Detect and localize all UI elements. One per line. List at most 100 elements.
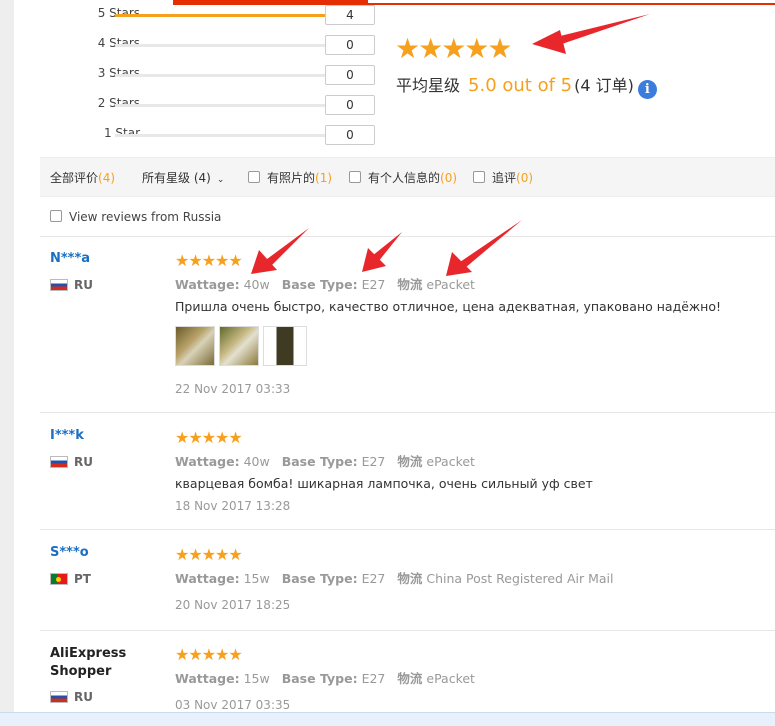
reviewer-name[interactable]: S***o [50,545,89,560]
country-code: RU [74,278,93,292]
attr-key: Wattage: [175,671,240,686]
checkbox[interactable] [248,171,260,183]
histogram-count: 4 [325,5,375,25]
reviewer-name[interactable]: N***a [50,251,90,266]
histogram-label: 4 Stars [97,36,140,50]
divider [40,630,775,631]
filter-all-reviews[interactable]: 全部评价(4) [50,169,115,186]
histogram-count: 0 [325,35,375,55]
filter-count: (0) [440,171,458,185]
histogram-label: 3 Stars [97,66,140,80]
divider [40,236,775,237]
order-count: (4 订单) [574,76,634,95]
checkbox[interactable] [50,210,62,222]
bottom-strip [0,712,775,726]
annotation-arrow [446,220,522,276]
divider [40,412,775,413]
attr-key: Base Type: [281,277,358,292]
review-photo-thumbnail[interactable] [175,326,215,366]
filter-label: 所有星级 [142,171,191,185]
review-text: Пришла очень быстро, качество отличное, … [175,299,721,314]
histogram-count: 0 [325,95,375,115]
review-stars: ★★★★★ [175,545,243,564]
divider [40,529,775,530]
attr-value: E27 [361,671,386,686]
filter-count: (0) [516,171,534,185]
annotation-arrow [362,232,402,272]
histogram-label: 2 Stars [97,96,140,110]
filter-reviews-from-russia[interactable]: View reviews from Russia [50,210,221,224]
russia-flag-icon [50,279,68,291]
attr-value: 40w [243,454,270,469]
russia-flag-icon [50,456,68,468]
review-photo-thumbnail[interactable] [219,326,259,366]
histogram-row-5[interactable]: 5 Stars 4 [40,5,390,25]
attr-key: Wattage: [175,571,240,586]
average-rating-value: 5.0 out of 5 [468,75,573,96]
review-stars: ★★★★★ [175,428,243,447]
filter-follow-up[interactable]: 追评(0) [473,169,533,186]
review-attributes: Wattage: 15w Base Type: E27 物流 ePacket [175,668,475,687]
country-code: PT [74,572,91,586]
filter-with-photos[interactable]: 有照片的(1) [248,169,332,186]
histogram-bar-track [115,44,355,47]
filter-count: (4) [98,171,116,185]
review-text: кварцевая бомба! шикарная лампочка, очен… [175,476,593,491]
review-photos [175,326,311,366]
histogram-bar-track [115,134,355,137]
attr-value: E27 [361,454,386,469]
left-gutter [0,0,14,712]
review-date: 20 Nov 2017 18:25 [175,598,291,612]
attr-value: 15w [243,571,270,586]
country-code: RU [74,455,93,469]
filter-with-personal-info[interactable]: 有个人信息的(0) [349,169,457,186]
checkbox[interactable] [473,171,485,183]
histogram-count: 0 [325,65,375,85]
histogram-row-1[interactable]: 1 Star 0 [40,125,390,145]
filter-rating-dropdown[interactable]: 所有星级 (4) ⌄ [142,169,224,186]
reviewer-country: PT [50,572,91,586]
info-icon[interactable]: i [637,80,657,99]
attr-value: 40w [243,277,270,292]
checkbox[interactable] [349,171,361,183]
attr-key: Base Type: [281,454,358,469]
active-tab-indicator [173,0,368,4]
filter-label: View reviews from Russia [69,210,222,224]
filter-label: 追评 [492,171,517,185]
attr-key: Base Type: [281,571,358,586]
review-date: 22 Nov 2017 03:33 [175,382,291,396]
country-code: RU [74,690,93,704]
histogram-count: 0 [325,125,375,145]
filter-count: (1) [315,171,333,185]
reviewer-country: RU [50,278,93,292]
reviewer-name[interactable]: AliExpress Shopper [50,645,150,681]
attr-value: E27 [361,277,386,292]
filter-count: (4) [193,171,211,185]
histogram-row-4[interactable]: 4 Stars 0 [40,35,390,55]
attr-value: E27 [361,571,386,586]
histogram-row-2[interactable]: 2 Stars 0 [40,95,390,115]
histogram-bar-fill [115,14,355,17]
attr-key: 物流 [397,671,423,686]
review-filter-bar: 全部评价(4) 所有星级 (4) ⌄ 有照片的(1) 有个人信息的(0) 追评(0… [40,157,775,197]
review-attributes: Wattage: 15w Base Type: E27 物流 China Post … [175,568,614,587]
annotation-arrow [532,14,650,54]
attr-key: 物流 [397,454,423,469]
reviewer-name[interactable]: I***k [50,428,84,443]
average-rating-stars: ★★★★★ [395,32,513,65]
review-photo-thumbnail[interactable] [263,326,307,366]
attr-key: Wattage: [175,454,240,469]
attr-value: ePacket [426,277,475,292]
portugal-flag-icon [50,573,68,585]
histogram-row-3[interactable]: 3 Stars 0 [40,65,390,85]
attr-key: Base Type: [281,671,358,686]
russia-flag-icon [50,691,68,703]
attr-key: Wattage: [175,277,240,292]
reviewer-country: RU [50,690,93,704]
review-stars: ★★★★★ [175,251,243,270]
histogram-label: 1 Star [103,126,140,140]
filter-label: 有照片的 [267,171,316,185]
review-date: 18 Nov 2017 13:28 [175,499,291,513]
histogram-bar-track [115,74,355,77]
average-rating-label: 平均星级 [396,76,461,95]
